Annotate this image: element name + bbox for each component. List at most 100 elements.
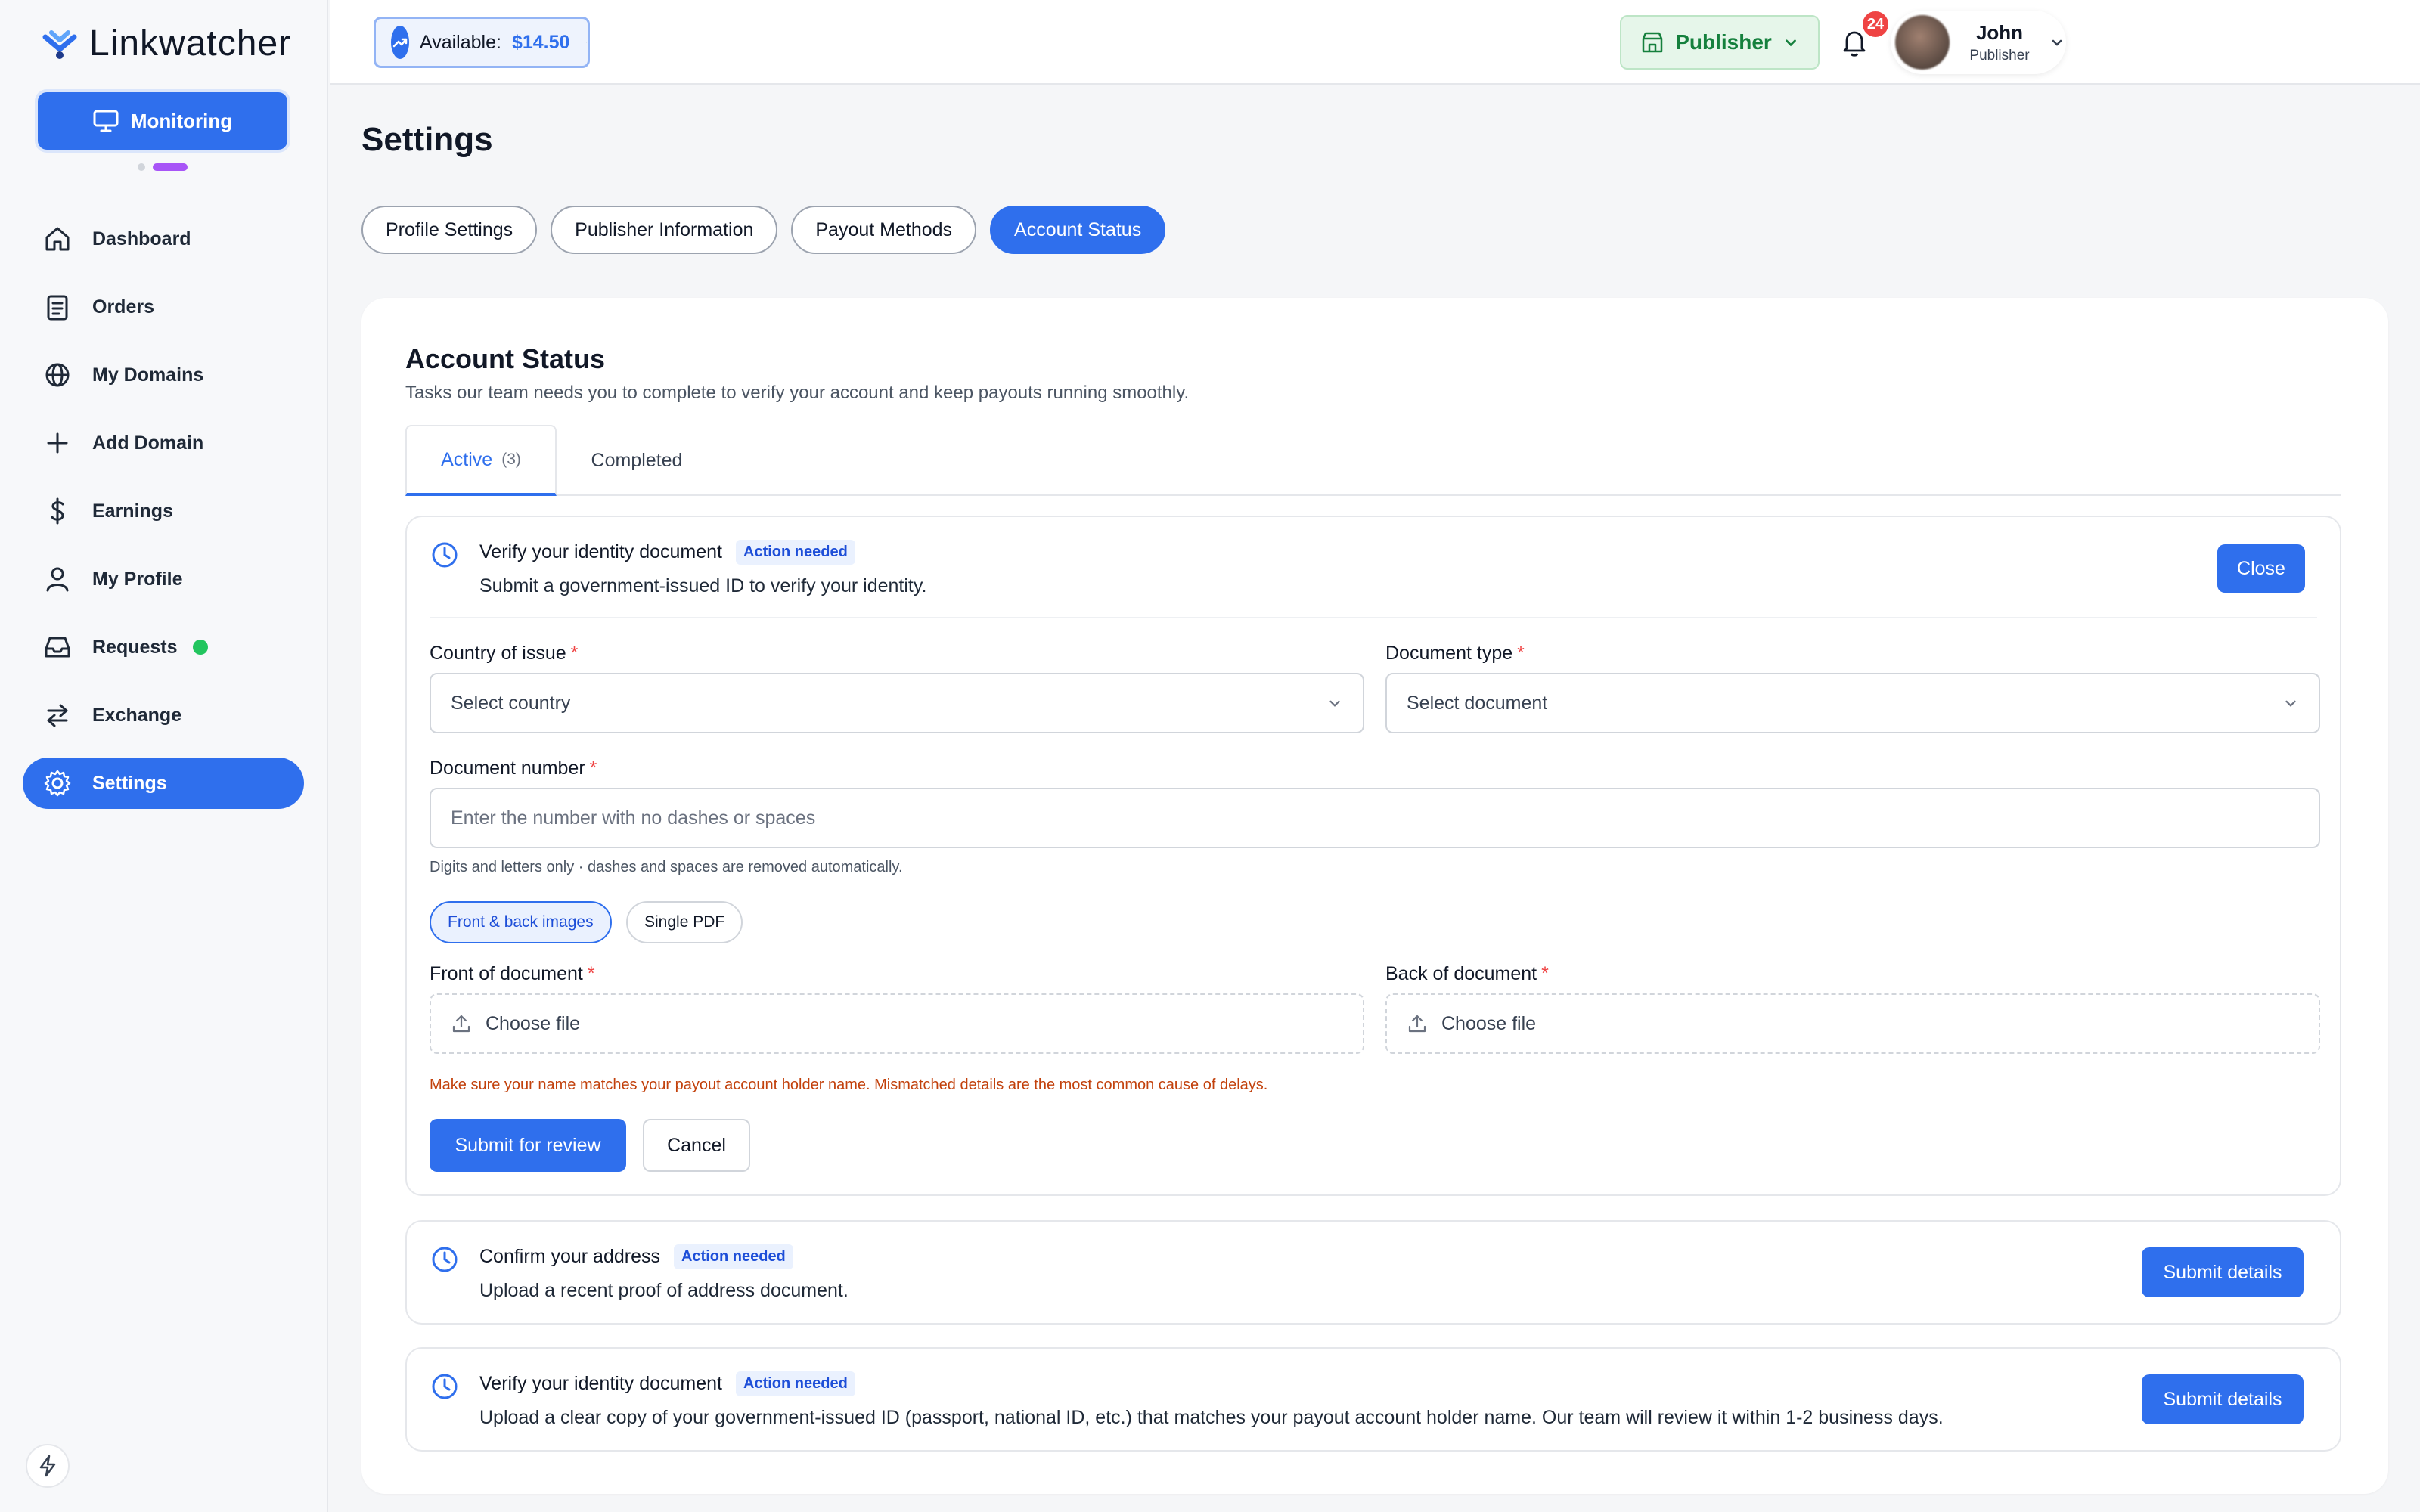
sidebar: Linkwatcher Monitoring Dashboard Orders … xyxy=(0,0,328,1512)
globe-icon xyxy=(45,363,70,387)
country-label: Country of issue * xyxy=(430,643,579,664)
task-card-identity-2: Verify your identity document Action nee… xyxy=(405,1347,2341,1452)
tab-active-count: (3) xyxy=(501,451,521,468)
user-role: Publisher xyxy=(1969,47,2030,64)
choose-file-label: Choose file xyxy=(1441,1012,1537,1034)
notification-badge: 24 xyxy=(1860,9,1891,39)
document-number-input[interactable]: Enter the number with no dashes or space… xyxy=(430,788,2320,848)
sidebar-item-label: Add Domain xyxy=(92,432,204,454)
carousel-dot[interactable] xyxy=(138,163,145,171)
available-amount: $14.50 xyxy=(511,31,570,53)
divider xyxy=(430,617,2317,618)
chevron-down-icon xyxy=(2285,700,2296,707)
task-title: Confirm your address xyxy=(479,1246,660,1267)
close-button[interactable]: Close xyxy=(2217,544,2305,593)
inbox-icon xyxy=(45,637,70,658)
submit-details-button[interactable]: Submit details xyxy=(2142,1247,2304,1297)
monitoring-label: Monitoring xyxy=(130,109,233,132)
mode-single-pdf-toggle[interactable]: Single PDF xyxy=(626,901,743,943)
back-label: Back of document * xyxy=(1385,963,1549,984)
tab-payout-methods[interactable]: Payout Methods xyxy=(791,206,977,254)
quick-action-button[interactable] xyxy=(26,1444,70,1488)
choose-file-label: Choose file xyxy=(486,1012,581,1034)
topbar: Available: $14.50 Publisher 24 John Publ… xyxy=(330,0,2420,85)
sidebar-item-label: Orders xyxy=(92,296,154,318)
user-name: John xyxy=(1975,20,2024,44)
sidebar-item-requests[interactable]: Requests xyxy=(23,621,304,673)
monitor-icon xyxy=(93,110,119,132)
trend-up-icon xyxy=(391,26,409,59)
doctype-placeholder: Select document xyxy=(1407,692,1548,714)
role-switch-dropdown[interactable]: Publisher xyxy=(1620,15,1820,70)
user-menu[interactable]: John Publisher xyxy=(1891,11,2066,74)
tab-active[interactable]: Active (3) xyxy=(405,425,557,496)
front-label: Front of document * xyxy=(430,963,595,984)
sidebar-item-label: Requests xyxy=(92,636,178,658)
sidebar-item-my-profile[interactable]: My Profile xyxy=(23,553,304,605)
upload-icon xyxy=(1408,1015,1426,1033)
task-card-identity: Verify your identity document Action nee… xyxy=(405,516,2341,1196)
page-title: Settings xyxy=(361,121,493,158)
logo[interactable]: Linkwatcher xyxy=(41,23,291,64)
requests-status-dot xyxy=(192,640,208,655)
sidebar-item-orders[interactable]: Orders xyxy=(23,281,304,333)
available-label: Available: xyxy=(420,31,501,53)
store-icon xyxy=(1642,32,1663,53)
carousel-dot-active[interactable] xyxy=(153,163,188,171)
clipboard-icon xyxy=(47,295,68,321)
chevron-down-icon xyxy=(1329,700,1340,707)
task-title: Verify your identity document xyxy=(479,541,722,562)
sidebar-item-label: My Profile xyxy=(92,568,183,590)
avatar xyxy=(1895,15,1950,70)
available-balance-dropdown[interactable]: Available: $14.50 xyxy=(374,17,590,68)
submit-details-button[interactable]: Submit details xyxy=(2142,1374,2304,1424)
sidebar-item-label: My Domains xyxy=(92,364,204,386)
sidebar-item-add-domain[interactable]: Add Domain xyxy=(23,417,304,469)
mode-front-back-toggle[interactable]: Front & back images xyxy=(430,901,612,943)
docnum-placeholder: Enter the number with no dashes or space… xyxy=(451,807,816,829)
chevron-down-icon xyxy=(586,42,588,43)
tab-profile-settings[interactable]: Profile Settings xyxy=(361,206,538,254)
sidebar-item-settings[interactable]: Settings xyxy=(23,758,304,809)
sidebar-item-label: Earnings xyxy=(92,500,173,522)
settings-tabs: Profile Settings Publisher Information P… xyxy=(361,206,1166,254)
user-icon xyxy=(46,567,69,592)
sidebar-item-dashboard[interactable]: Dashboard xyxy=(23,213,304,265)
account-status-card: Account Status Tasks our team needs you … xyxy=(361,298,2388,1494)
document-type-select[interactable]: Select document xyxy=(1385,673,2320,733)
sidebar-item-label: Dashboard xyxy=(92,228,191,249)
tab-active-label: Active xyxy=(441,448,493,470)
country-select[interactable]: Select country xyxy=(430,673,1364,733)
dollar-icon xyxy=(51,497,64,525)
section-subtitle: Tasks our team needs you to complete to … xyxy=(405,383,1190,403)
role-label: Publisher xyxy=(1675,30,1772,54)
chevron-down-icon xyxy=(1785,39,1796,47)
clock-icon xyxy=(430,1244,460,1302)
chevron-down-icon xyxy=(2052,39,2062,46)
back-file-input[interactable]: Choose file xyxy=(1385,993,2320,1054)
tab-account-status[interactable]: Account Status xyxy=(990,206,1166,254)
status-badge: Action needed xyxy=(736,540,855,565)
monitoring-button[interactable]: Monitoring xyxy=(38,92,287,150)
tab-publisher-information[interactable]: Publisher Information xyxy=(551,206,778,254)
submit-for-review-button[interactable]: Submit for review xyxy=(430,1119,626,1172)
app-name: Linkwatcher xyxy=(89,23,292,64)
sidebar-item-my-domains[interactable]: My Domains xyxy=(23,349,304,401)
sidebar-nav: Dashboard Orders My Domains Add Domain E… xyxy=(23,213,304,826)
plus-icon xyxy=(47,432,68,454)
docnum-label: Document number * xyxy=(430,758,597,779)
section-title: Account Status xyxy=(405,343,606,374)
exchange-icon xyxy=(47,704,68,727)
clock-icon xyxy=(430,540,460,597)
logo-icon xyxy=(42,29,77,59)
sidebar-item-label: Settings xyxy=(92,772,167,794)
upload-icon xyxy=(452,1015,470,1033)
sidebar-item-earnings[interactable]: Earnings xyxy=(23,485,304,537)
sidebar-item-label: Exchange xyxy=(92,704,182,726)
tab-completed[interactable]: Completed xyxy=(557,425,717,496)
status-badge: Action needed xyxy=(673,1244,793,1269)
front-file-input[interactable]: Choose file xyxy=(430,993,1364,1054)
sidebar-item-exchange[interactable]: Exchange xyxy=(23,689,304,741)
name-match-warning: Make sure your name matches your payout … xyxy=(430,1077,1268,1093)
cancel-button[interactable]: Cancel xyxy=(643,1119,750,1172)
